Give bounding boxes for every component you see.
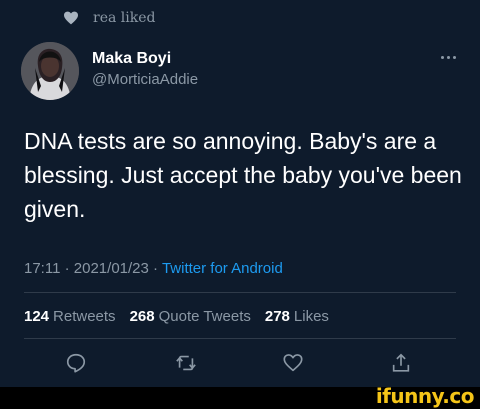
- retweet-icon: [176, 355, 196, 371]
- watermark-logo: ifunny.co: [375, 384, 475, 408]
- author-handle[interactable]: @MorticiaAddie: [92, 69, 198, 91]
- quote-tweets-count: 268: [129, 308, 155, 325]
- avatar[interactable]: [21, 42, 79, 100]
- share-icon: [392, 353, 410, 372]
- likes-count: 278: [264, 308, 290, 325]
- avatar-image: [21, 42, 79, 100]
- retweets-label: Retweets: [53, 308, 116, 325]
- retweet-button[interactable]: [175, 352, 197, 374]
- more-options-icon[interactable]: [441, 56, 456, 59]
- like-button[interactable]: [282, 352, 304, 374]
- author-block[interactable]: Maka Boyi @MorticiaAddie: [92, 49, 198, 91]
- tweet-text: DNA tests are so annoying. Baby's are a …: [24, 128, 462, 222]
- tweet-stats: 124 Retweets 268 Quote Tweets 278 Likes: [24, 308, 329, 325]
- tweet-date[interactable]: 2021/01/23: [74, 260, 149, 277]
- social-context: rea liked: [63, 8, 155, 28]
- action-bar: [0, 352, 480, 378]
- heart-icon: [64, 11, 78, 25]
- share-button[interactable]: [390, 352, 412, 374]
- quote-tweets-stat[interactable]: 268 Quote Tweets: [130, 308, 251, 325]
- liked-text: rea liked: [93, 10, 156, 26]
- retweets-stat[interactable]: 124 Retweets: [24, 308, 116, 325]
- like-icon: [283, 354, 303, 372]
- meta-separator: ·: [153, 260, 159, 277]
- likes-stat[interactable]: 278 Likes: [265, 308, 329, 325]
- tweet-source[interactable]: Twitter for Android: [162, 260, 283, 277]
- tweet-time[interactable]: 17:11: [24, 260, 60, 277]
- author-name[interactable]: Maka Boyi: [92, 49, 198, 69]
- divider: [24, 338, 456, 339]
- retweets-count: 124: [24, 308, 50, 325]
- reply-icon: [66, 353, 86, 373]
- divider: [24, 292, 456, 293]
- reply-button[interactable]: [65, 352, 87, 374]
- meta-separator: ·: [64, 260, 70, 277]
- quote-tweets-label: Quote Tweets: [158, 308, 251, 325]
- tweet-meta: 17:11 · 2021/01/23 · Twitter for Android: [24, 260, 283, 277]
- likes-label: Likes: [293, 308, 329, 325]
